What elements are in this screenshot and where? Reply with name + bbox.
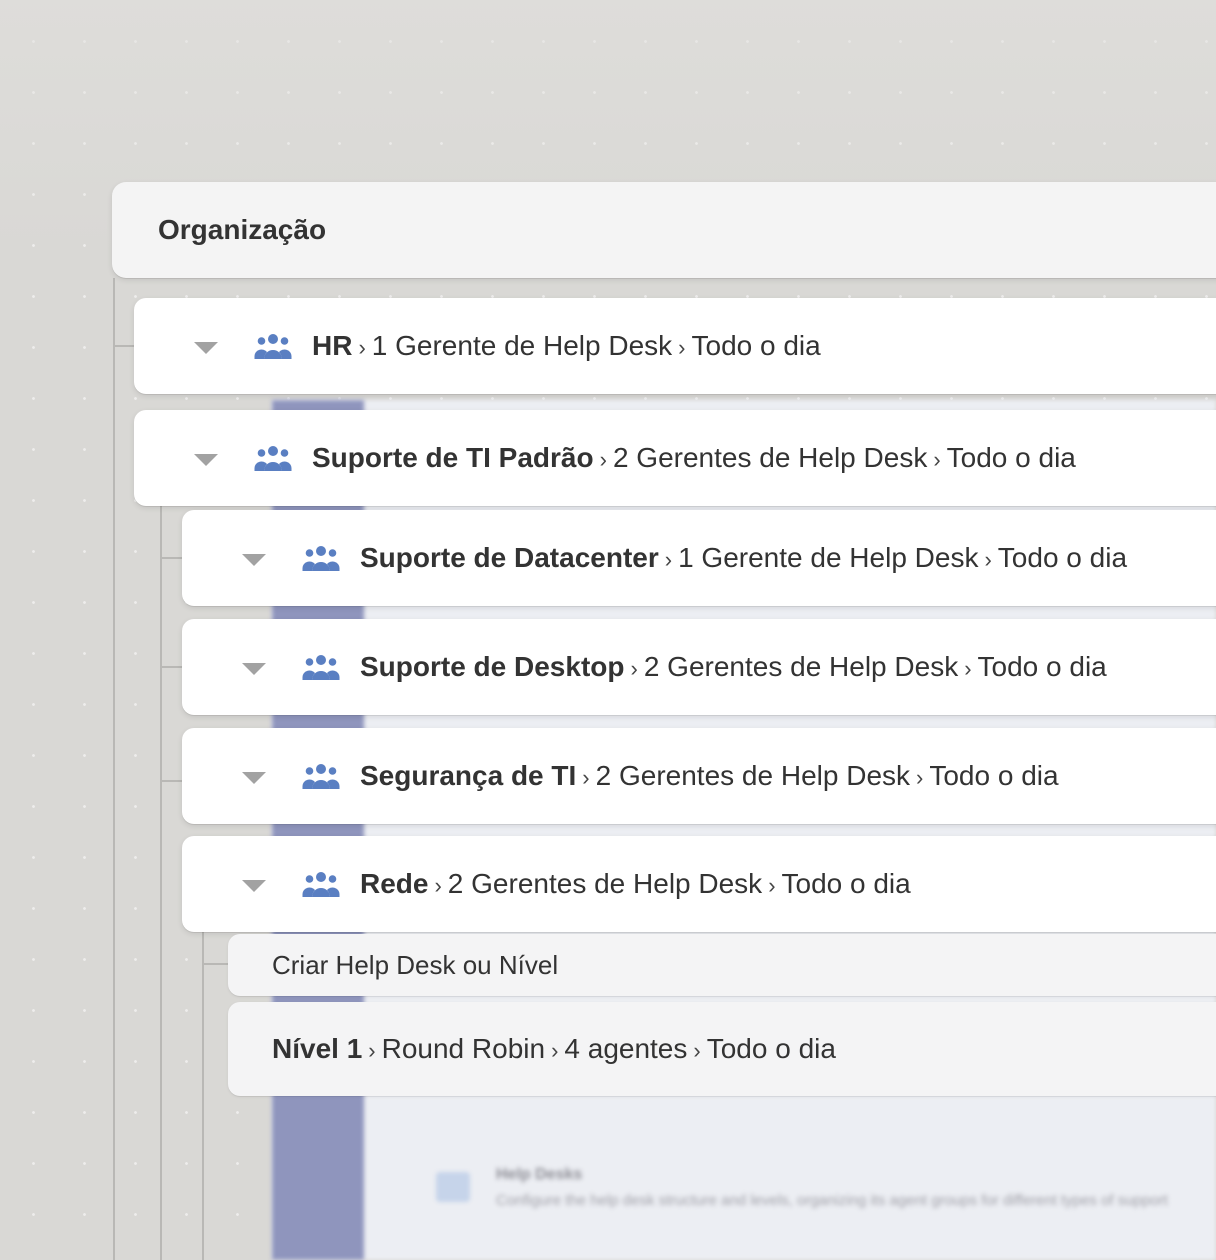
organization-title: Organização — [158, 214, 327, 245]
create-help-desk-button[interactable]: Criar Help Desk ou Nível — [228, 934, 1216, 996]
separator: › — [630, 656, 638, 681]
managers-count: 2 Gerentes de Help Desk — [447, 868, 763, 899]
help-desk-name: Segurança de TI — [360, 760, 577, 791]
tree-branch-seguranca — [160, 780, 182, 782]
managers-count: 2 Gerentes de Help Desk — [595, 760, 911, 791]
tree-row-suporte-datacenter[interactable]: Suporte de Datacenter › 1 Gerente de Help … — [182, 510, 1216, 606]
separator: › — [582, 765, 590, 790]
managers-count: 1 Gerente de Help Desk — [371, 330, 673, 361]
people-group-icon — [302, 872, 340, 897]
level-label: Nível 1 › Round Robin › 4 agentes › Todo o dia — [272, 1033, 836, 1065]
help-desk-name: Suporte de TI Padrão — [312, 442, 594, 473]
separator: › — [434, 873, 442, 898]
people-group-icon — [302, 655, 340, 680]
level-row[interactable]: Nível 1 › Round Robin › 4 agentes › Todo o dia — [228, 1002, 1216, 1096]
caret-down-icon[interactable] — [242, 663, 266, 675]
separator: › — [693, 1038, 701, 1063]
caret-down-icon[interactable] — [194, 342, 218, 354]
tree-line-rede — [202, 930, 204, 1260]
caret-down-icon[interactable] — [242, 772, 266, 784]
caret-down-icon[interactable] — [242, 880, 266, 892]
organization-header[interactable]: Organização — [112, 182, 1216, 278]
caret-down-icon[interactable] — [194, 454, 218, 466]
people-group-icon — [302, 546, 340, 571]
caret-down-icon[interactable] — [242, 554, 266, 566]
tree-row-rede[interactable]: Rede › 2 Gerentes de Help Desk › Todo o dia — [182, 836, 1216, 932]
tree-row-hr[interactable]: HR › 1 Gerente de Help Desk › Todo o dia — [134, 298, 1216, 394]
separator: › — [358, 335, 366, 360]
tree-branch-criar — [202, 963, 228, 965]
agents-count: 4 agentes — [564, 1033, 688, 1064]
tree-line-root — [113, 278, 115, 1260]
separator: › — [964, 656, 972, 681]
row-label: Suporte de Datacenter › 1 Gerente de Help … — [360, 542, 1127, 574]
separator: › — [368, 1038, 376, 1063]
tree-branch-hr — [113, 345, 135, 347]
people-group-icon — [254, 334, 292, 359]
row-label: Segurança de TI › 2 Gerentes de Help Desk ›… — [360, 760, 1059, 792]
help-desk-name: Suporte de Datacenter — [360, 542, 659, 573]
background-help-desk-icon — [436, 1172, 470, 1202]
help-desk-name: Rede — [360, 868, 429, 899]
tree-row-suporte-desktop[interactable]: Suporte de Desktop › 2 Gerentes de Help De… — [182, 619, 1216, 715]
tree-branch-datacenter — [160, 557, 182, 559]
schedule: Todo o dia — [997, 542, 1128, 573]
tree-line-suporte-ti — [160, 506, 162, 1260]
separator: › — [768, 873, 776, 898]
managers-count: 2 Gerentes de Help Desk — [643, 651, 959, 682]
routing-method: Round Robin — [381, 1033, 546, 1064]
background-description: Configure the help desk structure and le… — [496, 1192, 1168, 1209]
schedule: Todo o dia — [706, 1033, 836, 1064]
help-desk-name: Suporte de Desktop — [360, 651, 625, 682]
managers-count: 1 Gerente de Help Desk — [678, 542, 979, 573]
separator: › — [599, 447, 607, 472]
row-label: HR › 1 Gerente de Help Desk › Todo o dia — [312, 330, 821, 362]
row-label: Suporte de TI Padrão › 2 Gerentes de Help … — [312, 442, 1076, 474]
schedule: Todo o dia — [929, 760, 1059, 791]
tree-branch-desktop — [160, 666, 182, 668]
tree-row-seguranca-ti[interactable]: Segurança de TI › 2 Gerentes de Help Desk ›… — [182, 728, 1216, 824]
help-desk-name: HR — [312, 330, 353, 361]
separator: › — [933, 447, 941, 472]
schedule: Todo o dia — [946, 442, 1076, 473]
schedule: Todo o dia — [781, 868, 911, 899]
separator: › — [664, 547, 673, 572]
schedule: Todo o dia — [691, 330, 821, 361]
schedule: Todo o dia — [977, 651, 1107, 682]
level-name: Nível 1 — [272, 1033, 363, 1064]
create-help-desk-label: Criar Help Desk ou Nível — [272, 949, 559, 980]
managers-count: 2 Gerentes de Help Desk — [612, 442, 928, 473]
separator: › — [916, 765, 924, 790]
row-label: Rede › 2 Gerentes de Help Desk › Todo o dia — [360, 868, 911, 900]
separator: › — [551, 1038, 559, 1063]
background-title: Help Desks — [496, 1166, 583, 1183]
separator: › — [678, 335, 686, 360]
tree-row-suporte-ti-padrao[interactable]: Suporte de TI Padrão › 2 Gerentes de Help … — [134, 410, 1216, 506]
people-group-icon — [302, 764, 340, 789]
row-label: Suporte de Desktop › 2 Gerentes de Help De… — [360, 651, 1107, 683]
people-group-icon — [254, 446, 292, 471]
separator: › — [984, 547, 992, 572]
